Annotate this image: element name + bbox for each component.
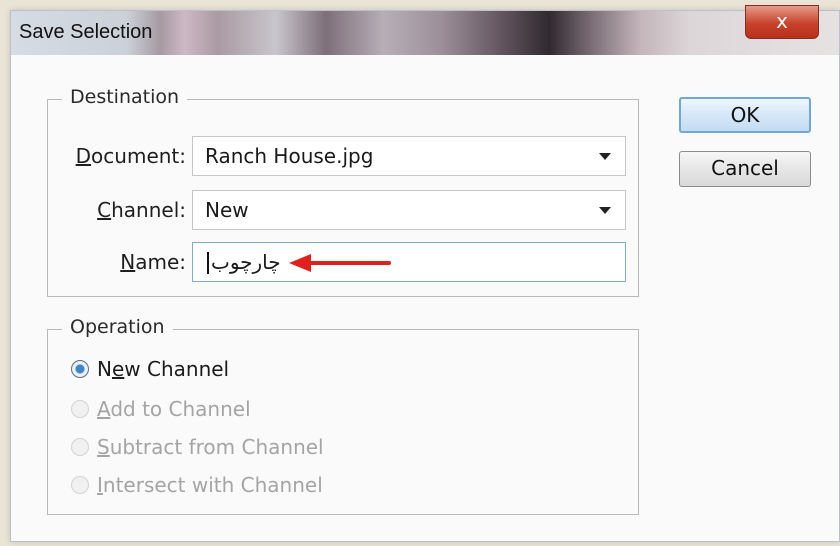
destination-legend: Destination (62, 86, 188, 108)
dialog-title: Save Selection (19, 21, 153, 43)
text-cursor (207, 252, 209, 274)
ok-button[interactable]: OK (679, 97, 811, 133)
add-mnemonic: A (97, 397, 111, 421)
document-label-mnemonic: D (75, 144, 92, 168)
chevron-down-icon (599, 207, 611, 214)
name-label-mnemonic: N (120, 250, 136, 274)
destination-group: Destination Document: Ranch House.jpg Ch… (47, 86, 639, 297)
operation-legend: Operation (62, 316, 173, 338)
document-select-value: Ranch House.jpg (205, 144, 374, 168)
name-label-rest: ame: (135, 250, 186, 274)
channel-select-value: New (205, 198, 249, 222)
radio-button-icon[interactable] (71, 400, 89, 418)
channel-label-mnemonic: C (97, 198, 112, 222)
annotation-arrow-icon (289, 254, 391, 272)
radio-button-icon[interactable] (71, 360, 89, 378)
cancel-button[interactable]: Cancel (679, 151, 811, 187)
radio-intersect-label: Intersect with Channel (97, 473, 323, 497)
radio-button-icon[interactable] (71, 476, 89, 494)
channel-label-rest: hannel: (111, 198, 186, 222)
document-label-rest: ocument: (91, 144, 186, 168)
name-label: Name: (56, 250, 186, 274)
channel-select[interactable]: New (192, 190, 626, 230)
subtract-mnemonic: S (97, 435, 110, 459)
save-selection-dialog: Save Selection x Destination Document: R… (10, 5, 840, 542)
document-label: Document: (56, 144, 186, 168)
radio-new-channel-label: New Channel (97, 357, 230, 381)
chevron-down-icon (599, 153, 611, 160)
name-input[interactable]: چارچوب (192, 242, 626, 282)
intersect-mnemonic: I (97, 473, 103, 497)
radio-add-to-channel-label: Add to Channel (97, 397, 251, 421)
close-icon: x (776, 9, 788, 33)
name-input-value: چارچوب (211, 250, 281, 274)
title-bar[interactable]: Save Selection x (11, 5, 839, 55)
channel-label: Channel: (56, 198, 186, 222)
radio-subtract-label: Subtract from Channel (97, 435, 324, 459)
close-button[interactable]: x (745, 5, 819, 39)
annotation-arrow-head (289, 254, 311, 272)
document-select[interactable]: Ranch House.jpg (192, 136, 626, 176)
radio-button-icon[interactable] (71, 438, 89, 456)
new-channel-mnemonic: e (111, 357, 125, 381)
